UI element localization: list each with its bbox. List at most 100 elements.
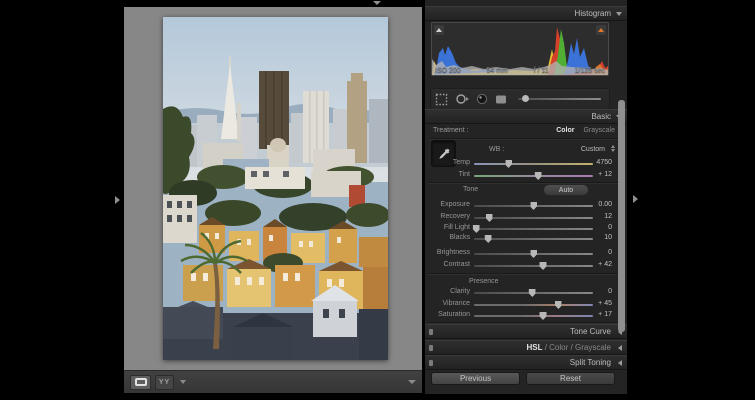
reset-button[interactable]: Reset [526,372,615,385]
develop-toolbar: YY [124,370,422,393]
treatment-color-option[interactable]: Color [556,127,574,134]
auto-tone-button[interactable]: Auto [543,184,589,196]
basic-panel-header[interactable]: Basic [425,109,627,124]
panel-scrollbar[interactable] [618,100,625,332]
previous-button[interactable]: Previous [431,372,520,385]
blacks-slider-row: Blacks 10 [425,233,627,243]
toolbar-options-caret-icon[interactable] [408,380,416,384]
divider [428,322,624,323]
treatment-grayscale-option[interactable]: Grayscale [583,127,615,134]
fill-light-slider-thumb[interactable] [473,225,480,233]
spot-removal-tool[interactable] [455,93,469,105]
collapse-left-icon [618,345,622,351]
divider [428,138,624,139]
exposure-slider-row: Exposure 0.00 [425,200,627,210]
treatment-label: Treatment : [433,127,469,134]
crop-grid-icon [435,93,448,106]
clarity-value[interactable]: 0 [572,288,612,295]
highlight-clipping-indicator[interactable] [596,25,606,35]
main-content-area: YY [124,7,422,393]
wb-label: WB : [489,146,504,153]
brightness-slider-row: Brightness 0 [425,248,627,258]
hsl-grayscale-title[interactable]: Grayscale [575,343,611,352]
collapse-down-icon [616,12,622,16]
recovery-slider-thumb[interactable] [486,214,493,222]
crop-overlay-tool[interactable] [435,93,448,106]
right-panel-reveal-icon[interactable] [633,195,638,203]
divider [428,273,624,274]
clarity-slider-thumb[interactable] [529,289,536,297]
split-toning-panel-header[interactable]: Split Toning [425,355,627,370]
before-after-view-button[interactable]: YY [155,375,174,390]
fill-light-value[interactable]: 0 [572,224,612,231]
contrast-value[interactable]: + 42 [572,261,612,268]
hsl-title[interactable]: HSL [526,343,542,352]
hsl-panel-header[interactable]: HSL / Color / Grayscale [425,340,627,355]
temp-slider-row: Temp 4750 [425,158,627,168]
basic-panel-title: Basic [591,112,611,121]
saturation-slider-row: Saturation + 17 [425,310,627,320]
saturation-slider-thumb[interactable] [540,312,547,320]
exif-shutter: 1/125 sec [575,67,605,74]
graduated-filter-tool[interactable] [495,94,507,105]
panel-toggle-icon[interactable] [429,345,433,351]
exif-aperture: f / 11 [534,67,549,74]
shadow-clipping-indicator[interactable] [434,25,444,35]
lightroom-develop-window: YY Histogram ISO 200 [0,0,755,400]
adjustment-brush-slider[interactable] [518,98,601,100]
wb-dropdown-icon[interactable] [611,145,615,152]
tint-slider-thumb[interactable] [535,172,542,180]
photo-canvas[interactable] [163,17,388,360]
tone-curve-panel-header[interactable]: Tone Curve [425,324,627,339]
view-options-caret-icon[interactable] [180,380,186,384]
presence-section-label: Presence [469,278,499,285]
brightness-slider-thumb[interactable] [530,250,537,258]
blacks-value[interactable]: 10 [572,234,612,241]
clarity-slider-row: Clarity 0 [425,287,627,297]
wb-preset-value[interactable]: Custom [581,146,605,153]
panel-toggle-icon[interactable] [429,360,433,366]
tone-curve-title: Tone Curve [570,327,611,336]
loupe-view-icon [135,378,147,386]
contrast-slider-thumb[interactable] [540,262,547,270]
recovery-slider-row: Recovery 12 [425,212,627,222]
red-eye-icon [476,93,488,105]
right-panel-group: Histogram ISO 200 54 mm f / 11 1/125 sec [425,0,627,394]
loupe-view-button[interactable] [130,375,151,390]
adjustment-brush-slider-thumb[interactable] [522,95,529,102]
left-panel-reveal-icon[interactable] [115,196,120,204]
vibrance-slider-row: Vibrance + 45 [425,299,627,309]
top-panel-reveal-icon[interactable] [373,1,381,5]
exposure-value[interactable]: 0.00 [572,201,612,208]
brightness-value[interactable]: 0 [572,249,612,256]
sf-cityscape-photo [163,17,388,360]
fill-light-slider-row: Fill Light 0 [425,223,627,233]
graduated-filter-icon [495,94,507,105]
temp-slider-thumb[interactable] [505,160,512,168]
vibrance-slider-thumb[interactable] [555,301,562,309]
hsl-color-title[interactable]: Color [549,343,568,352]
exposure-slider-thumb[interactable] [530,202,537,210]
exif-focal-length: 54 mm [487,67,508,74]
saturation-value[interactable]: + 17 [572,311,612,318]
red-eye-tool[interactable] [476,93,488,105]
divider [428,182,624,183]
histogram-panel-title: Histogram [575,9,611,18]
contrast-slider-row: Contrast + 42 [425,260,627,270]
collapse-left-icon [618,360,622,366]
temp-value[interactable]: 4750 [572,159,612,166]
panel-toggle-icon[interactable] [429,329,433,335]
tool-strip [430,88,610,110]
vibrance-value[interactable]: + 45 [572,300,612,307]
before-after-icon: YY [159,379,170,386]
tone-section-label: Tone [463,186,478,193]
white-balance-row: WB : Custom [425,143,627,155]
exif-iso: ISO 200 [435,67,461,74]
treatment-row: Treatment : Color Grayscale [425,124,627,136]
histogram[interactable]: ISO 200 54 mm f / 11 1/125 sec [431,22,609,76]
blacks-slider-thumb[interactable] [485,235,492,243]
recovery-value[interactable]: 12 [572,213,612,220]
histogram-panel-header[interactable]: Histogram [425,6,627,21]
tint-value[interactable]: + 12 [572,171,612,178]
tint-slider-row: Tint + 12 [425,170,627,180]
